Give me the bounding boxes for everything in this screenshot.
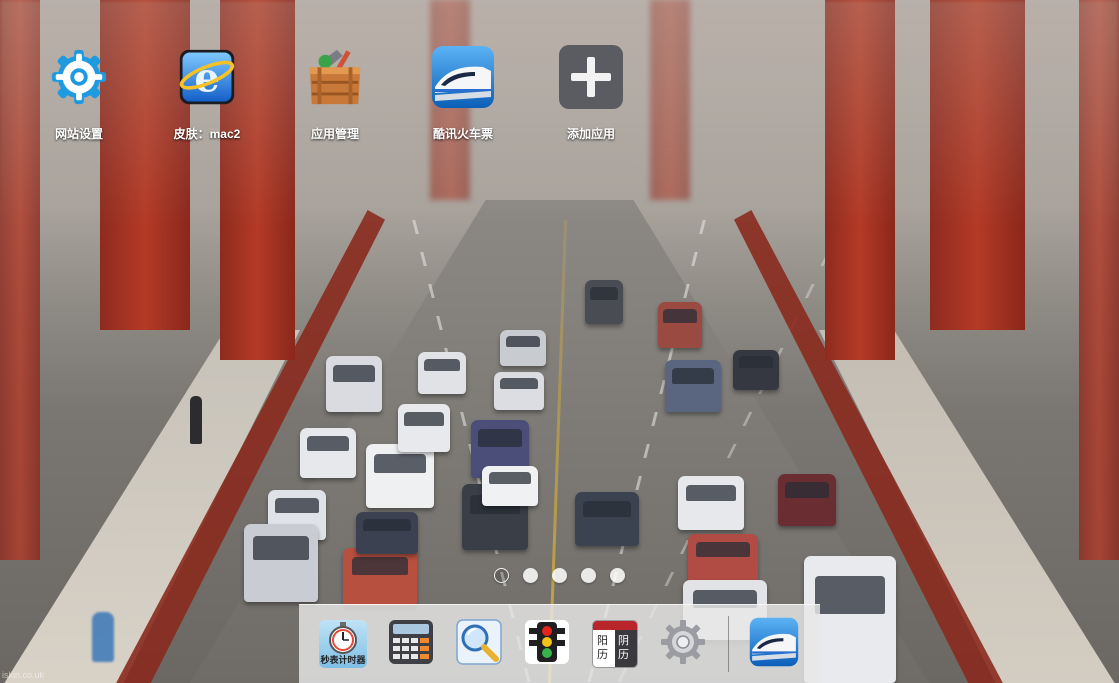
- magnifier-search-icon: [454, 617, 504, 672]
- car: [778, 474, 836, 526]
- calendar-lunar-label: 阴历: [615, 630, 637, 667]
- traffic-light-icon: [523, 618, 571, 671]
- car: [343, 548, 417, 606]
- dock-item-traffic[interactable]: [522, 619, 572, 669]
- desktop-icon-skin[interactable]: e 皮肤：mac2: [152, 44, 262, 142]
- car: [418, 352, 466, 394]
- car: [733, 350, 779, 390]
- settings-gear-icon: [659, 618, 707, 671]
- toolbox-icon: [302, 44, 368, 110]
- page-dot-5[interactable]: [610, 568, 625, 583]
- page-dot-3[interactable]: [552, 568, 567, 583]
- pedestrian: [92, 612, 114, 662]
- dock-item-train-tickets[interactable]: [749, 617, 799, 672]
- car: [244, 524, 318, 602]
- car: [356, 512, 418, 554]
- page-dot-2[interactable]: [523, 568, 538, 583]
- train-icon: [430, 44, 496, 110]
- dock-item-settings[interactable]: [658, 619, 708, 669]
- dock-item-stopwatch[interactable]: 秒表计时器: [318, 619, 368, 669]
- pedestrian: [190, 396, 202, 444]
- desktop-icon-label: 酷讯火车票: [432, 127, 493, 141]
- desktop-icon-label: 添加应用: [566, 127, 615, 141]
- dock-item-calculator[interactable]: [386, 619, 436, 669]
- wallpaper-watermark: iskin.co.uk: [2, 670, 45, 680]
- car: [665, 360, 721, 412]
- car: [366, 444, 434, 508]
- desktop-icon-site-settings[interactable]: 网站设置: [24, 44, 134, 142]
- car: [398, 404, 450, 452]
- dock-separator: [728, 616, 729, 672]
- car: [575, 492, 639, 546]
- page-dot-1[interactable]: [494, 568, 509, 583]
- desktop-icon-app-manager[interactable]: 应用管理: [280, 44, 390, 142]
- car: [500, 330, 546, 366]
- gear-icon: [46, 44, 112, 110]
- desktop-icon-label: 皮肤：mac2: [173, 127, 241, 141]
- desktop-icon-add-app[interactable]: 添加应用: [536, 44, 646, 142]
- page-dot-4[interactable]: [581, 568, 596, 583]
- train-icon: [749, 617, 799, 672]
- car: [678, 476, 744, 530]
- calendar-icon: 阳历 阴历: [592, 620, 638, 668]
- stopwatch-icon: 秒表计时器: [319, 620, 367, 668]
- car: [688, 534, 758, 584]
- desktop-icon-label: 网站设置: [54, 127, 103, 141]
- car: [326, 356, 382, 412]
- dock: 秒表计时器 阳历 阴历: [299, 604, 820, 683]
- dock-item-label: 秒表计时器: [320, 655, 366, 665]
- desktop-page-indicator: [494, 568, 625, 583]
- calendar-solar-label: 阳历: [597, 635, 608, 661]
- ie-browser-icon: e: [174, 44, 240, 110]
- car: [494, 372, 544, 410]
- car: [482, 466, 538, 506]
- calculator-icon: [387, 618, 435, 671]
- car: [585, 280, 623, 324]
- car: [300, 428, 356, 478]
- dock-item-search[interactable]: [454, 617, 504, 672]
- car: [658, 302, 702, 348]
- plus-icon: [558, 44, 624, 110]
- dock-item-calendar[interactable]: 阳历 阴历: [590, 619, 640, 669]
- desktop-icon-train-tickets[interactable]: 酷讯火车票: [408, 44, 518, 142]
- desktop-icon-label: 应用管理: [310, 127, 359, 141]
